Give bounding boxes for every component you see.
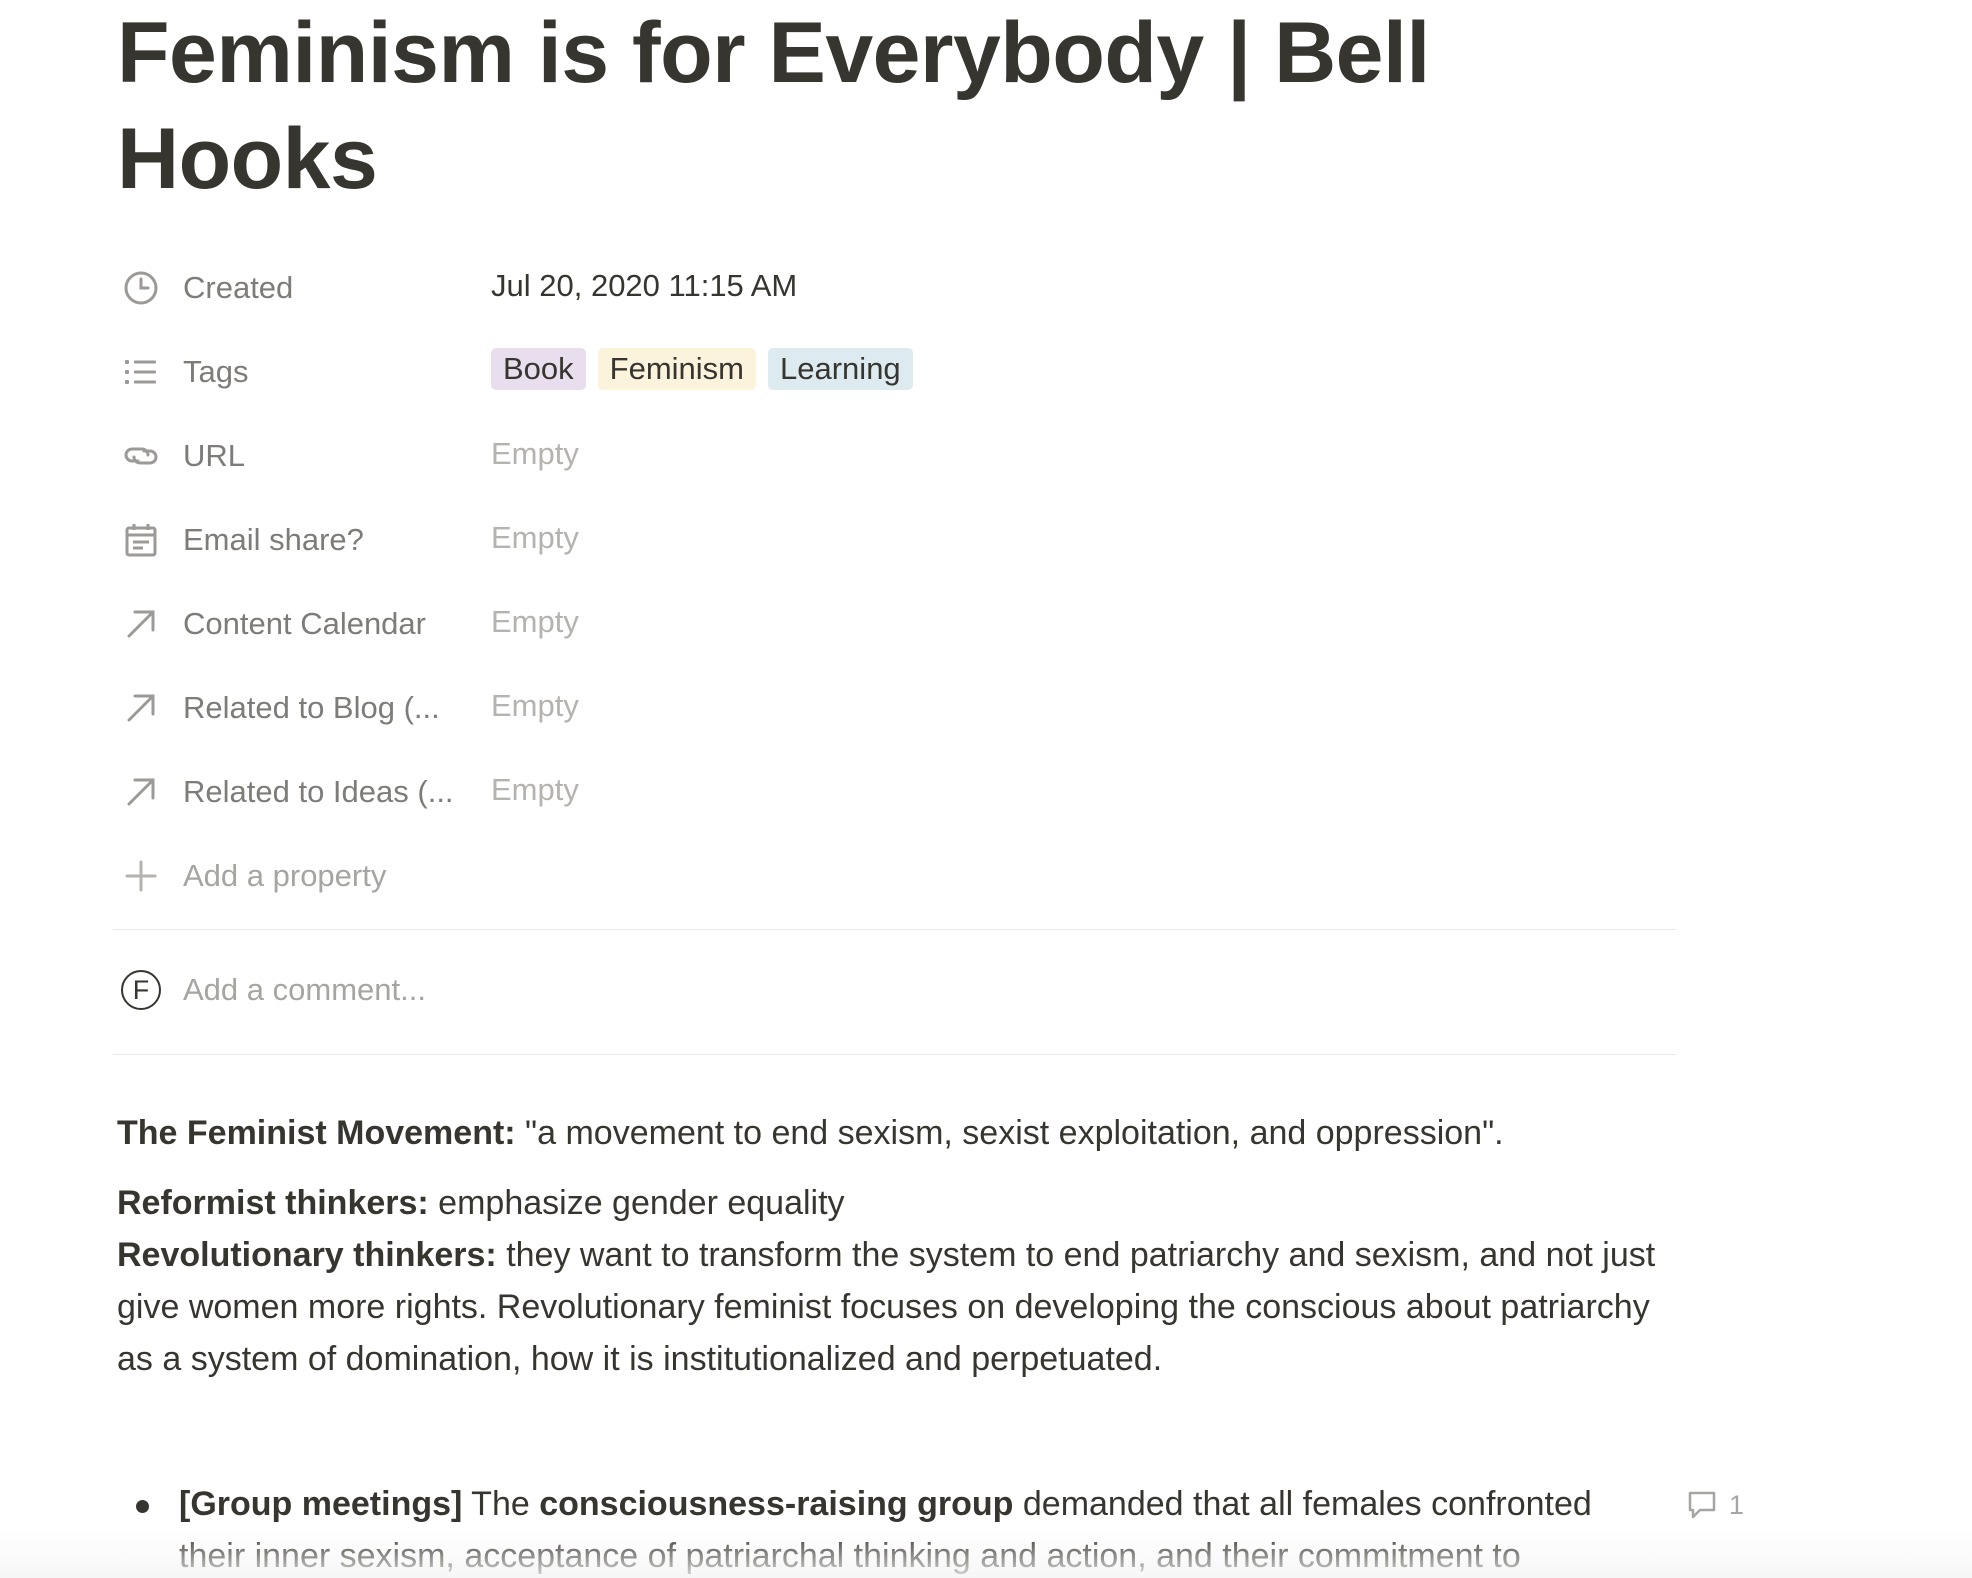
paragraph-feminist-movement[interactable]: The Feminist Movement: "a movement to en… [117, 1107, 1677, 1159]
relation-arrow-icon [122, 605, 160, 643]
plus-icon [122, 857, 160, 895]
property-name: Email share? [183, 522, 364, 557]
tag-learning[interactable]: Learning [768, 348, 913, 390]
relation-arrow-icon [122, 773, 160, 811]
property-value-empty[interactable]: Empty [491, 435, 579, 473]
property-url[interactable]: URL Empty [117, 423, 1677, 507]
property-created[interactable]: Created Jul 20, 2020 11:15 AM [117, 255, 1677, 339]
list-text: The [462, 1485, 540, 1523]
divider [113, 1054, 1676, 1055]
add-property-button[interactable]: Add a property [117, 843, 1677, 927]
tag-feminism[interactable]: Feminism [597, 348, 757, 390]
property-name: Related to Blog (... [183, 690, 440, 725]
comment-count: 1 [1729, 1489, 1745, 1520]
property-value-empty[interactable]: Empty [491, 519, 579, 557]
divider [113, 929, 1676, 930]
property-name: Tags [183, 354, 249, 389]
property-related-blog[interactable]: Related to Blog (... Empty [117, 675, 1677, 759]
property-name: URL [183, 438, 246, 473]
bold-term: Reformist thinkers: [117, 1184, 429, 1222]
property-name: Content Calendar [183, 606, 426, 641]
bold-term: The Feminist Movement: [117, 1114, 516, 1152]
property-tags[interactable]: Tags Book Feminism Learning [117, 339, 1677, 423]
property-content-calendar[interactable]: Content Calendar Empty [117, 591, 1677, 675]
property-name: Related to Ideas (... [183, 774, 454, 809]
tag-book[interactable]: Book [491, 348, 586, 390]
property-email-share[interactable]: Email share? Empty [117, 507, 1677, 591]
notion-page: Feminism is for Everybody | Bell Hooks C… [0, 0, 1972, 1578]
bold-term: consciousness-raising group [539, 1485, 1014, 1523]
page-title[interactable]: Feminism is for Everybody | Bell Hooks [117, 0, 1617, 212]
paragraph-text: "a movement to end sexism, sexist exploi… [515, 1114, 1504, 1152]
property-value: Jul 20, 2020 11:15 AM [491, 268, 798, 303]
bold-term: Revolutionary thinkers: [117, 1236, 497, 1274]
speech-bubble-icon [1685, 1488, 1719, 1522]
add-property-label: Add a property [183, 858, 387, 893]
properties-panel: Created Jul 20, 2020 11:15 AM Tags Book … [117, 255, 1677, 927]
clock-icon [122, 269, 160, 307]
tag-list[interactable]: Book Feminism Learning [491, 348, 913, 390]
property-value-empty[interactable]: Empty [491, 771, 579, 809]
list-item-text: [Group meetings] The consciousness-raisi… [179, 1478, 1639, 1578]
relation-arrow-icon [122, 689, 160, 727]
comment-input[interactable]: Add a comment... [183, 971, 426, 1009]
property-value-empty[interactable]: Empty [491, 603, 579, 641]
avatar: F [121, 970, 161, 1010]
comment-bar[interactable]: F Add a comment... [117, 966, 1617, 1018]
bullet-dot [136, 1500, 149, 1513]
inline-comment-indicator[interactable]: 1 [1685, 1485, 1744, 1525]
property-name: Created [183, 270, 294, 305]
property-related-ideas[interactable]: Related to Ideas (... Empty [117, 759, 1677, 843]
link-icon [122, 437, 160, 475]
calendar-icon [122, 521, 160, 559]
bold-term: [Group meetings] [179, 1485, 463, 1523]
paragraph-thinkers[interactable]: Reformist thinkers: emphasize gender equ… [117, 1177, 1677, 1385]
list-icon [122, 353, 160, 391]
paragraph-text: emphasize gender equality [428, 1184, 845, 1222]
property-value-empty[interactable]: Empty [491, 687, 579, 725]
